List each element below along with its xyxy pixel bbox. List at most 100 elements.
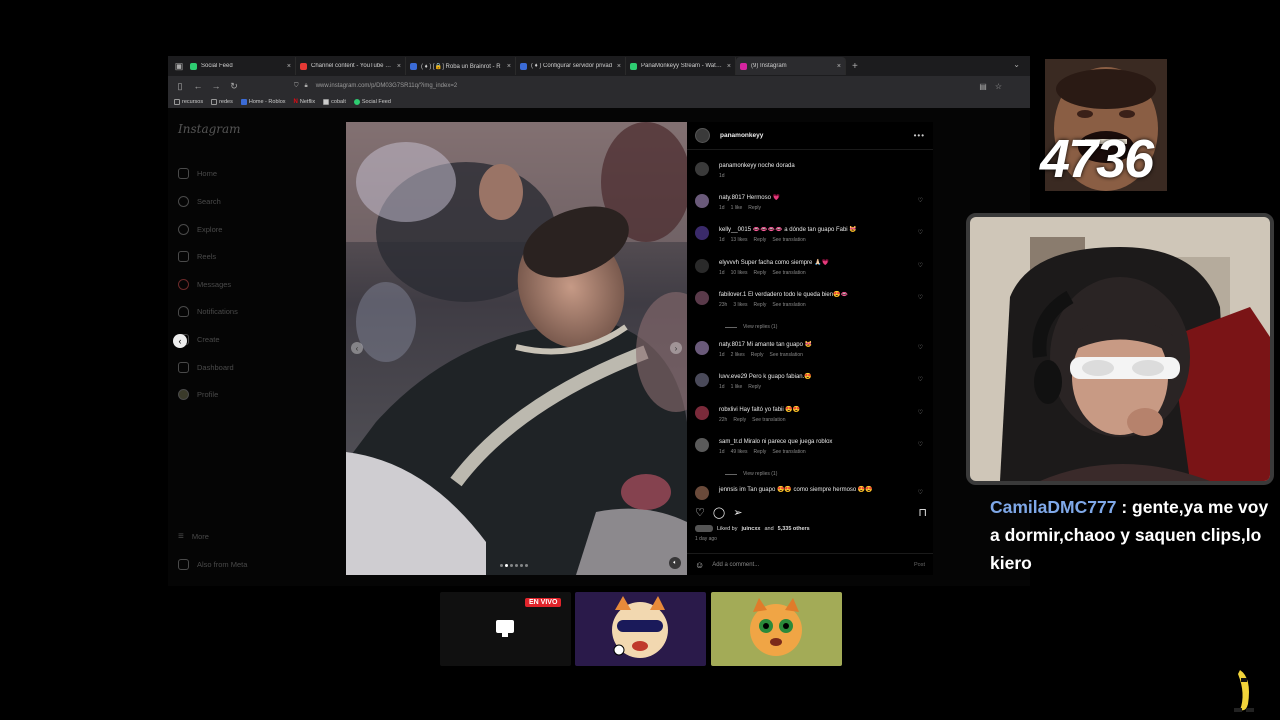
comment-username[interactable]: luvv.eve29 <box>719 374 747 380</box>
sidebar-item-more[interactable]: ≡ More <box>178 531 209 542</box>
sidebar-item-profile[interactable]: Profile <box>178 389 218 400</box>
bookmark-redes[interactable]: redes <box>211 99 233 105</box>
likes-count[interactable]: 5,335 others <box>778 526 810 532</box>
author-username[interactable]: panamonkeyy <box>720 132 763 139</box>
avatar[interactable] <box>695 226 709 240</box>
sidebar-item-home[interactable]: Home <box>178 168 217 179</box>
comment-username[interactable]: kelly__0015 <box>719 227 751 233</box>
browser-tab[interactable]: PanaMonkeyy Stream - Watch L × <box>626 57 736 75</box>
carousel-next-button[interactable]: › <box>670 342 682 354</box>
avatar[interactable] <box>695 438 709 452</box>
tab-close-icon[interactable]: × <box>617 63 621 70</box>
address-bar[interactable]: ⛉ 🔒︎ www.instagram.com/p/DM03G7SR11q/?im… <box>294 79 934 93</box>
comment-likes[interactable]: 49 likes <box>731 449 748 455</box>
browser-tab[interactable]: (9) Instagram × <box>736 57 846 75</box>
forward-icon[interactable]: → <box>208 78 224 94</box>
browser-tab[interactable]: Social Feed × <box>186 57 296 75</box>
browser-tab[interactable]: ( ♦ ) [🔒] Roba un Brainrot - R × <box>406 57 516 75</box>
comment-username[interactable]: elyvvvh <box>719 260 739 266</box>
comment-like-heart-icon[interactable]: ♡ <box>918 262 923 269</box>
see-translation-button[interactable]: See translation <box>772 302 805 308</box>
tab-close-icon[interactable]: × <box>837 63 841 70</box>
reply-button[interactable]: Reply <box>733 417 746 423</box>
comment-likes[interactable]: 13 likes <box>731 237 748 243</box>
avatar[interactable] <box>695 486 709 500</box>
liked-by-user[interactable]: juincxx <box>742 526 761 532</box>
modal-back-button[interactable]: ‹ <box>173 334 187 348</box>
reply-button[interactable]: Reply <box>751 352 764 358</box>
sidebar-item-search[interactable]: Search <box>178 196 221 207</box>
comment-like-heart-icon[interactable]: ♡ <box>918 294 923 301</box>
sidebar-item-reels[interactable]: Reels <box>178 251 216 262</box>
author-avatar[interactable] <box>695 128 710 143</box>
tab-close-icon[interactable]: × <box>727 63 731 70</box>
avatar[interactable] <box>695 341 709 355</box>
carousel-prev-button[interactable]: ‹ <box>351 342 363 354</box>
bookmark-netflix[interactable]: N Netflix <box>294 99 316 105</box>
comment-like-heart-icon[interactable]: ♡ <box>918 344 923 351</box>
see-translation-button[interactable]: See translation <box>772 449 805 455</box>
browser-tab[interactable]: ( ♦ ) Configurar servidor privad × <box>516 57 626 75</box>
comment-like-heart-icon[interactable]: ♡ <box>918 376 923 383</box>
tab-actions-icon[interactable]: ▣ <box>172 59 186 73</box>
comment-input[interactable]: Add a comment... <box>712 562 759 568</box>
sidebar-item-meta[interactable]: Also from Meta <box>178 559 247 570</box>
avatar[interactable] <box>695 162 709 176</box>
comment-like-heart-icon[interactable]: ♡ <box>918 197 923 204</box>
browser-tab[interactable]: Channel content - YouTube Stu × <box>296 57 406 75</box>
reply-button[interactable]: Reply <box>748 205 761 211</box>
view-replies-button[interactable]: View replies (1) <box>725 324 777 330</box>
see-translation-button[interactable]: See translation <box>772 237 805 243</box>
comment-username[interactable]: naty.8017 <box>719 195 745 201</box>
view-replies-button[interactable]: View replies (1) <box>725 471 777 477</box>
reader-icon[interactable]: ▤ <box>979 82 987 91</box>
comment-likes[interactable]: 1 like <box>731 205 743 211</box>
sidebar-item-explore[interactable]: Explore <box>178 224 222 235</box>
comment-username[interactable]: robxlivi <box>719 407 738 413</box>
comment-likes[interactable]: 2 likes <box>731 352 745 358</box>
bookmark-cobalt[interactable]: cobalt <box>323 99 346 105</box>
tab-close-icon[interactable]: × <box>287 63 291 70</box>
reply-button[interactable]: Reply <box>754 302 767 308</box>
instagram-logo[interactable]: Instagram <box>178 122 241 136</box>
comment-username[interactable]: fabilover.1 <box>719 292 746 298</box>
avatar[interactable] <box>695 291 709 305</box>
comment-like-heart-icon[interactable]: ♡ <box>918 409 923 416</box>
sidebar-item-notifications[interactable]: Notifications <box>178 306 238 317</box>
sidebar-item-messages[interactable]: Messages <box>178 279 231 290</box>
tab-close-icon[interactable]: × <box>397 63 401 70</box>
comment-likes[interactable]: 3 likes <box>733 302 747 308</box>
avatar[interactable] <box>695 373 709 387</box>
reload-icon[interactable]: ↻ <box>226 78 242 94</box>
bookmark-social-feed[interactable]: Social Feed <box>353 99 391 105</box>
new-tab-icon[interactable]: + <box>852 61 858 72</box>
tab-close-icon[interactable]: × <box>507 63 511 70</box>
avatar[interactable] <box>695 194 709 208</box>
avatar[interactable] <box>695 406 709 420</box>
comment-icon[interactable]: ◯ <box>713 506 725 519</box>
see-translation-button[interactable]: See translation <box>752 417 785 423</box>
post-comment-button[interactable]: Post <box>914 562 925 568</box>
comment-username[interactable]: naty.8017 <box>719 342 745 348</box>
share-icon[interactable]: ➢ <box>733 506 742 519</box>
comment-likes[interactable]: 10 likes <box>731 270 748 276</box>
like-heart-icon[interactable]: ♡ <box>695 506 705 519</box>
mute-button[interactable]: 🔈︎ <box>669 557 681 569</box>
back-icon[interactable]: ← <box>190 78 206 94</box>
see-translation-button[interactable]: See translation <box>770 352 803 358</box>
sidebar-item-dashboard[interactable]: Dashboard <box>178 362 234 373</box>
comment-like-heart-icon[interactable]: ♡ <box>918 229 923 236</box>
avatar[interactable] <box>695 259 709 273</box>
reply-button[interactable]: Reply <box>754 270 767 276</box>
emoji-icon[interactable]: ☺ <box>695 560 704 570</box>
sidebar-toggle-icon[interactable]: ▯ <box>172 78 188 94</box>
bookmark-roblox[interactable]: Home - Roblox <box>240 99 286 105</box>
post-media-carousel[interactable]: ‹ › 🔈︎ <box>346 122 687 575</box>
see-translation-button[interactable]: See translation <box>772 270 805 276</box>
comment-likes[interactable]: 1 like <box>731 384 743 390</box>
save-bookmark-icon[interactable]: ⊓ <box>918 506 927 519</box>
comment-like-heart-icon[interactable]: ♡ <box>918 489 923 496</box>
reply-button[interactable]: Reply <box>754 449 767 455</box>
more-options-icon[interactable]: ••• <box>914 131 925 140</box>
comment-username[interactable]: jennsis <box>719 487 738 493</box>
